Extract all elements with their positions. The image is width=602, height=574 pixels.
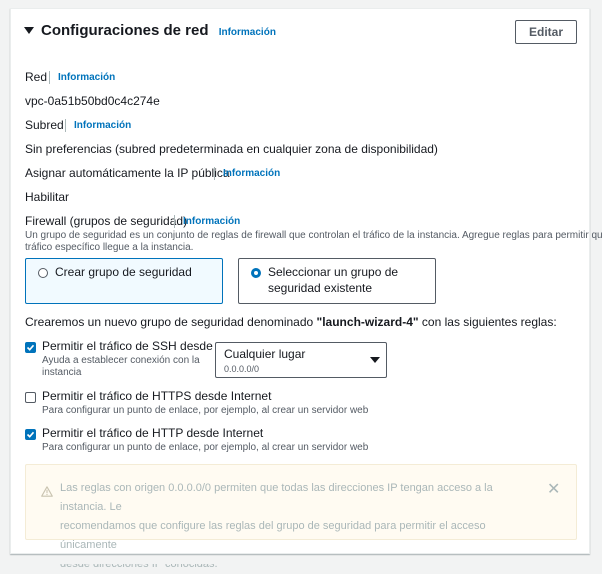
- page-background: [0, 556, 602, 564]
- rules-intro: Crearemos un nuevo grupo de seguridad de…: [25, 315, 557, 329]
- section-title: Configuraciones de red Información: [41, 22, 276, 39]
- dropdown-caret-icon: [370, 357, 380, 363]
- section-title-text: Configuraciones de red: [41, 22, 209, 39]
- ssh-source-select[interactable]: Cualquier lugar 0.0.0.0/0: [215, 342, 387, 378]
- create-security-group-label: Crear grupo de seguridad: [55, 265, 192, 279]
- subnet-info-link[interactable]: Información: [74, 120, 131, 131]
- ssh-help-line: Ayuda a establecer conexión con la: [42, 355, 200, 366]
- public-ip-value: Habilitar: [25, 190, 70, 204]
- select-existing-group-label: Seleccionar un grupo de seguridad existe…: [268, 264, 398, 296]
- http-checkbox[interactable]: [25, 429, 36, 440]
- close-icon[interactable]: ✕: [547, 482, 560, 498]
- create-security-group-tile[interactable]: Crear grupo de seguridad: [25, 258, 223, 304]
- firewall-label: Firewall (grupos de seguridad): [25, 214, 188, 228]
- label-divider: [214, 167, 215, 180]
- checkmark-icon: [26, 344, 35, 351]
- firewall-description: Un grupo de seguridad es un conjunto de …: [25, 230, 602, 254]
- ssh-source-value: Cualquier lugar: [224, 347, 306, 361]
- warning-icon: [41, 486, 53, 497]
- select-existing-group-radio[interactable]: [251, 268, 261, 278]
- warning-message-line: recomendamos que configure las reglas de…: [60, 520, 486, 551]
- collapse-caret-icon[interactable]: [24, 27, 34, 34]
- label-divider: [65, 119, 66, 132]
- subnet-label: Subred: [25, 118, 64, 132]
- ssh-checkbox[interactable]: [25, 342, 36, 353]
- network-info-link[interactable]: Información: [58, 72, 115, 83]
- subnet-value: Sin preferencias (subred predeterminada …: [25, 142, 438, 156]
- ssh-help-line: instancia: [42, 367, 82, 378]
- select-existing-group-label-line: Seleccionar un grupo de: [268, 265, 399, 279]
- http-help: Para configurar un punto de enlace, por …: [42, 442, 369, 453]
- checkmark-icon: [26, 431, 35, 438]
- network-label: Red: [25, 70, 48, 84]
- edit-button[interactable]: Editar: [515, 20, 577, 44]
- rules-intro-before: Crearemos un nuevo grupo de seguridad de…: [25, 315, 317, 329]
- select-existing-group-label-line: seguridad existente: [268, 281, 373, 295]
- header-info-link[interactable]: Información: [219, 27, 276, 38]
- ssh-help: Ayuda a establecer conexión con la insta…: [42, 355, 200, 379]
- https-label: Permitir el tráfico de HTTPS desde Inter…: [42, 389, 272, 403]
- firewall-description-line: Un grupo de seguridad es un conjunto de …: [25, 230, 602, 241]
- http-label: Permitir el tráfico de HTTP desde Intern…: [42, 426, 264, 440]
- select-existing-group-tile[interactable]: Seleccionar un grupo de seguridad existe…: [238, 258, 436, 304]
- rules-intro-after: con las siguientes reglas:: [418, 315, 557, 329]
- security-group-name: "launch-wizard-4": [316, 315, 419, 329]
- create-security-group-radio[interactable]: [38, 268, 48, 278]
- public-ip-label: Asignar automáticamente la IP pública: [25, 166, 230, 180]
- open-access-warning-alert: Las reglas con origen 0.0.0.0/0 permiten…: [25, 464, 577, 570]
- https-help: Para configurar un punto de enlace, por …: [42, 405, 369, 416]
- network-settings-panel: Configuraciones de red Información Edita…: [10, 8, 602, 570]
- warning-message-line: Las reglas con origen 0.0.0.0/0 permiten…: [60, 482, 493, 513]
- label-divider: [49, 71, 50, 84]
- firewall-description-line: tráfico específico llegue a la instancia…: [25, 242, 194, 253]
- ssh-source-cidr: 0.0.0.0/0: [224, 364, 260, 374]
- label-divider: [174, 215, 175, 228]
- https-checkbox[interactable]: [25, 392, 36, 403]
- network-value: vpc-0a51b50bd0c4c274e: [25, 94, 160, 108]
- public-ip-info-link[interactable]: Información: [223, 168, 280, 179]
- ssh-label: Permitir el tráfico de SSH desde: [42, 339, 213, 353]
- firewall-info-link[interactable]: Información: [183, 216, 240, 227]
